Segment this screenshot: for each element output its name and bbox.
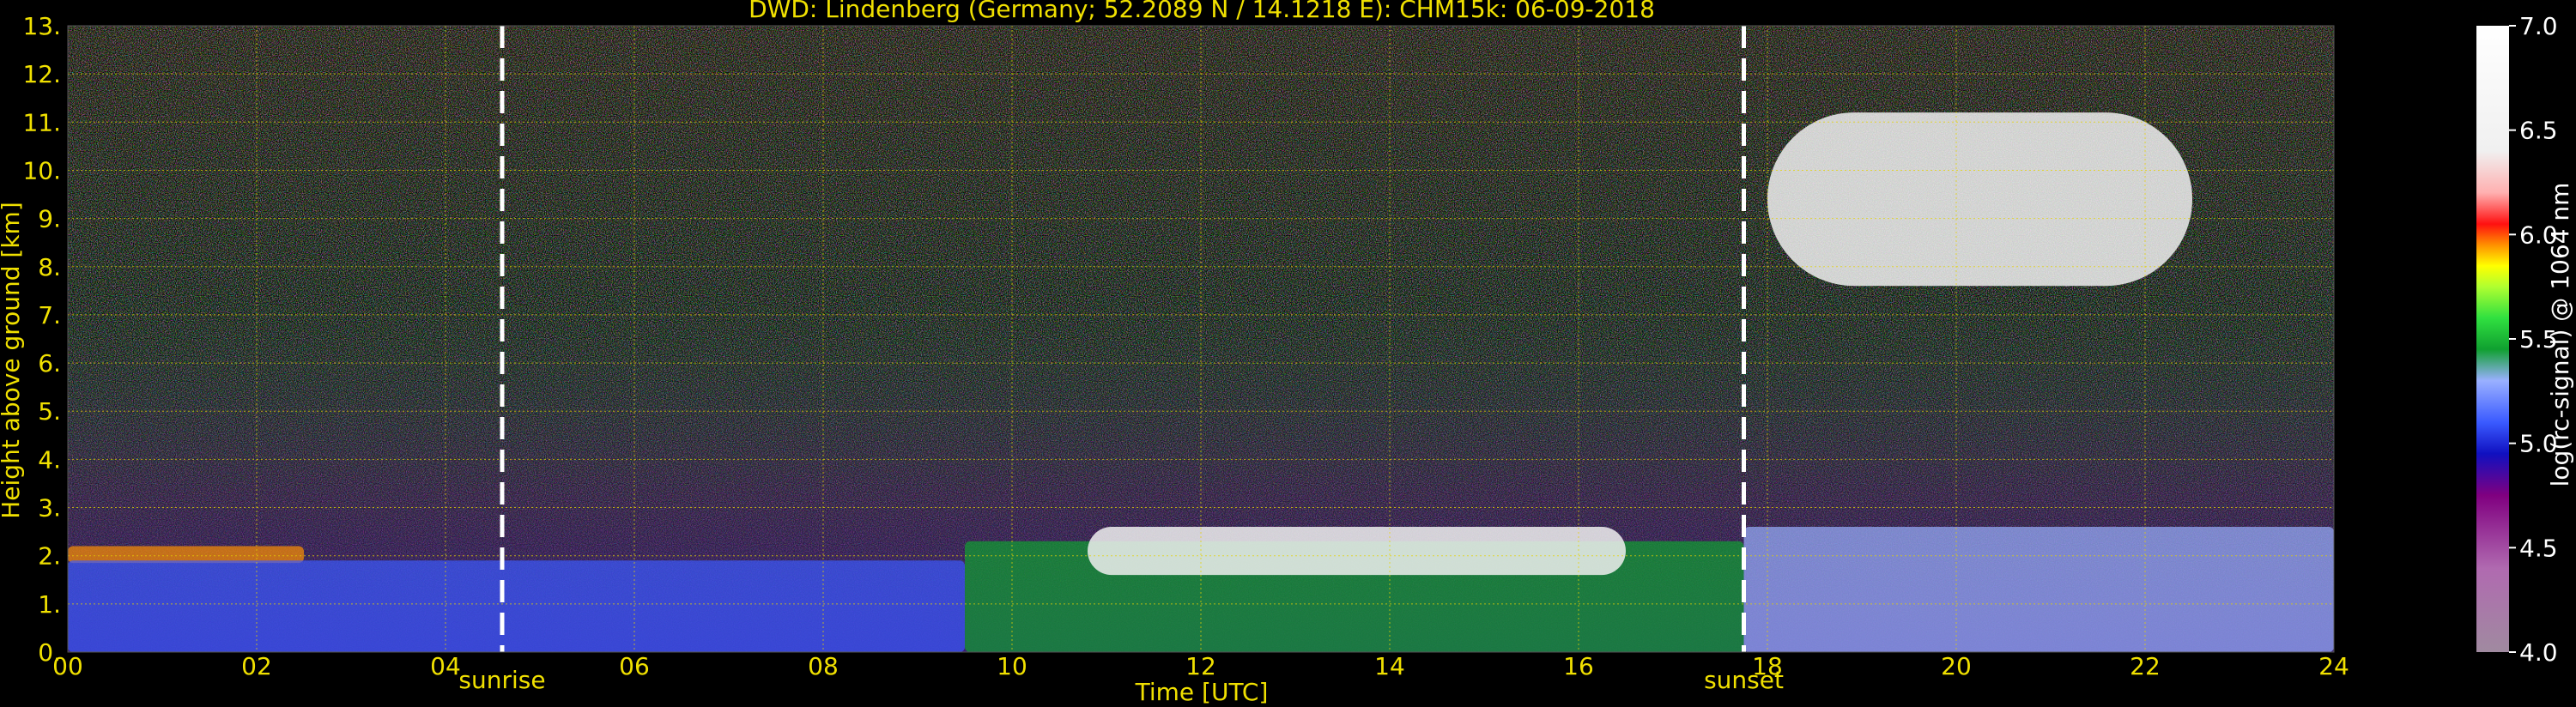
x-tick-label: 24 bbox=[2318, 652, 2349, 680]
x-tick-label: 20 bbox=[1941, 652, 1972, 680]
x-tick-label: 16 bbox=[1563, 652, 1594, 680]
y-tick-label: 12. bbox=[22, 60, 61, 88]
y-tick-label: 3. bbox=[38, 494, 61, 523]
x-tick-label: 22 bbox=[2130, 652, 2161, 680]
y-tick-label: 9. bbox=[38, 205, 61, 233]
x-tick-label: 00 bbox=[52, 652, 83, 680]
x-tick-label: 04 bbox=[430, 652, 461, 680]
y-tick-label: 10. bbox=[22, 156, 61, 184]
colorbar-tick-label: 7.0 bbox=[2519, 12, 2558, 40]
colorbar-tick-label: 4.0 bbox=[2519, 638, 2558, 667]
y-axis-label: Height above ground [km] bbox=[0, 202, 25, 519]
y-tick-label: 13. bbox=[22, 12, 61, 40]
colorbar: 4.04.55.05.56.06.57.0 log(rc-signal) @ 1… bbox=[2476, 12, 2574, 667]
y-tick-label: 7. bbox=[38, 301, 61, 329]
y-tick-label: 11. bbox=[22, 108, 61, 136]
y-tick-label: 1. bbox=[38, 590, 61, 619]
colorbar-gradient bbox=[2476, 26, 2509, 652]
y-tick-label: 8. bbox=[38, 253, 61, 281]
plot-area bbox=[67, 25, 2335, 653]
y-tick-label: 2. bbox=[38, 542, 61, 571]
colorbar-label: log(rc-signal) @ 1064 nm bbox=[2546, 183, 2574, 487]
x-tick-label: 12 bbox=[1185, 652, 1216, 680]
colorbar-tick-label: 6.5 bbox=[2519, 117, 2558, 145]
x-axis-ticks: 00 02 04 06 08 10 12 14 16 18 20 22 24 bbox=[52, 652, 2349, 680]
colorbar-tick-label: 4.5 bbox=[2519, 534, 2558, 562]
y-tick-label: 5. bbox=[38, 397, 61, 426]
ceilometer-chart: 0.1.2.3.4.5.6.7.8.9.10.11.12.13. 00 02 04 0… bbox=[0, 0, 2574, 706]
x-tick-label: 06 bbox=[619, 652, 650, 680]
x-tick-label: 10 bbox=[997, 652, 1027, 680]
signal-feature bbox=[1743, 527, 2334, 652]
signal-feature bbox=[68, 546, 304, 564]
x-tick-label: 08 bbox=[808, 652, 839, 680]
signal-feature bbox=[1088, 527, 1626, 576]
x-tick-label: 14 bbox=[1374, 652, 1405, 680]
x-axis-label: Time [UTC] bbox=[1135, 678, 1269, 706]
signal-feature bbox=[1767, 112, 2192, 287]
y-axis-ticks: 0.1.2.3.4.5.6.7.8.9.10.11.12.13. bbox=[22, 12, 61, 667]
signal-feature bbox=[68, 560, 965, 652]
y-tick-label: 6. bbox=[38, 349, 61, 378]
x-tick-label: 02 bbox=[241, 652, 272, 680]
y-tick-label: 4. bbox=[38, 445, 61, 474]
chart-title: DWD: Lindenberg (Germany; 52.2089 N / 14… bbox=[749, 0, 1655, 23]
sun-marker-label: sunrise bbox=[458, 666, 545, 694]
sun-marker-label: sunset bbox=[1704, 666, 1784, 694]
